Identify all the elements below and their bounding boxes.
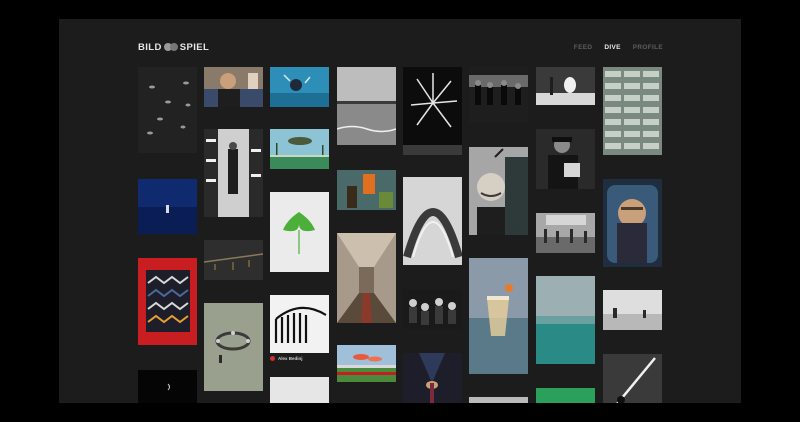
- photo-corridor[interactable]: [337, 233, 396, 323]
- logo-text-left: BILD: [138, 41, 162, 53]
- photo-white-sky[interactable]: [270, 377, 329, 403]
- photo-grey-bottom[interactable]: [469, 397, 528, 403]
- photo-grey-sea[interactable]: [337, 67, 396, 145]
- photo-group-bw[interactable]: [403, 289, 462, 329]
- nav-profile[interactable]: PROFILE: [633, 44, 663, 51]
- photo-black-stripes[interactable]: [270, 295, 329, 353]
- logo-circles-icon: [163, 43, 178, 51]
- photo-dark-night[interactable]: [138, 370, 197, 403]
- photo-swimmers-dark[interactable]: [138, 67, 197, 153]
- photo-dark-birds[interactable]: [204, 240, 263, 280]
- photo-shelves-man[interactable]: [204, 129, 263, 217]
- photo-fish-field[interactable]: [337, 345, 396, 382]
- photo-building-facade[interactable]: [603, 67, 662, 155]
- nav-feed[interactable]: FEED: [574, 44, 593, 51]
- bildspiel-logo[interactable]: BILD SPIEL: [138, 41, 209, 53]
- photo-blue-sea[interactable]: [138, 179, 197, 234]
- photo-white-arch[interactable]: [403, 177, 462, 265]
- photo-teal-fog[interactable]: [536, 276, 595, 364]
- photo-light-beam[interactable]: [603, 354, 662, 403]
- nav-dive[interactable]: DIVE: [604, 44, 620, 51]
- photo-green-leaf[interactable]: [270, 192, 329, 272]
- app-window: BILD SPIEL FEED DIVE PROFILE Alex Bedinj: [59, 19, 741, 403]
- photo-dancer-bw[interactable]: [536, 67, 595, 105]
- photo-green-bottom[interactable]: [536, 388, 595, 403]
- photo-tropical-court[interactable]: [270, 129, 329, 169]
- photo-beach-figures[interactable]: [603, 290, 662, 330]
- photo-red-folds[interactable]: [138, 258, 197, 345]
- photo-caption[interactable]: Alex Bedinj: [270, 356, 303, 361]
- author-avatar: [270, 356, 275, 361]
- photo-laughing-man[interactable]: [469, 147, 528, 235]
- photo-pool-swimmer[interactable]: [270, 67, 329, 107]
- photo-star-burst[interactable]: [403, 67, 462, 155]
- photo-street-crowd[interactable]: [536, 213, 595, 253]
- photo-circle-people[interactable]: [204, 303, 263, 391]
- main-nav: FEED DIVE PROFILE: [574, 44, 663, 51]
- photo-glass-drink[interactable]: [469, 258, 528, 374]
- logo-text-right: SPIEL: [179, 41, 210, 53]
- photo-tram-people[interactable]: [469, 67, 528, 123]
- author-name: Alex Bedinj: [278, 356, 303, 361]
- photo-window-face[interactable]: [603, 179, 662, 267]
- photo-man-portrait[interactable]: [204, 67, 263, 107]
- photo-orange-door[interactable]: [337, 170, 396, 210]
- photo-hands-coat[interactable]: [403, 353, 462, 403]
- photo-reader-hat[interactable]: [536, 129, 595, 189]
